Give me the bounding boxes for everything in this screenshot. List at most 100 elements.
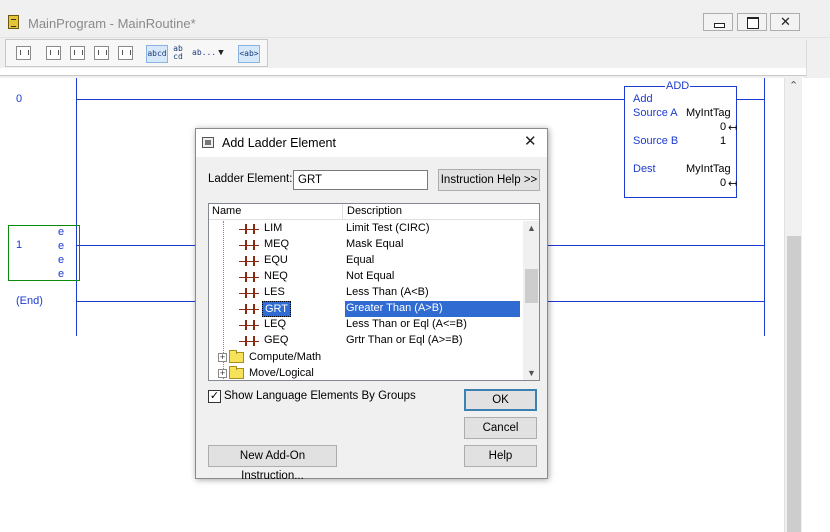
ladder-element-label: Ladder Element: bbox=[208, 173, 293, 185]
source-a-tag[interactable]: MyIntTag bbox=[686, 107, 731, 119]
cancel-button[interactable]: Cancel bbox=[464, 417, 537, 439]
add-instruction-name: Add bbox=[633, 93, 653, 105]
close-button[interactable]: ✕ bbox=[770, 13, 800, 31]
branch-level-icon[interactable] bbox=[70, 46, 85, 60]
instruction-description: Mask Equal bbox=[346, 238, 404, 250]
error-marker: e bbox=[58, 226, 65, 238]
list-item[interactable]: LIM Limit Test (CIRC) bbox=[209, 221, 522, 237]
end-rung-label[interactable]: (End) bbox=[16, 295, 43, 307]
instruction-name: LEQ bbox=[264, 318, 287, 330]
list-scrollbar-thumb[interactable] bbox=[525, 269, 538, 303]
new-add-on-instruction-button[interactable]: New Add-On Instruction... bbox=[208, 445, 337, 482]
folder-icon bbox=[229, 350, 244, 363]
show-groups-label[interactable]: Show Language Elements By Groups bbox=[224, 390, 416, 402]
rung-number-0[interactable]: 0 bbox=[16, 93, 22, 105]
instruction-name: LIM bbox=[264, 222, 283, 234]
list-item[interactable]: GEQ Grtr Than or Eql (A>=B) bbox=[209, 333, 522, 349]
folder-icon bbox=[229, 366, 244, 379]
close-icon: ✕ bbox=[780, 14, 791, 29]
list-item[interactable]: LES Less Than (A<B) bbox=[209, 285, 522, 301]
instruction-description: Not Equal bbox=[346, 270, 395, 282]
ladder-element-list[interactable]: Name Description LIM Limit Test (CIRC) M… bbox=[208, 203, 540, 381]
rung-number-1[interactable]: 1 bbox=[16, 239, 22, 251]
show-groups-checkbox[interactable]: ✓ bbox=[208, 390, 221, 403]
branch-icon[interactable] bbox=[46, 46, 61, 60]
instruction-help-button[interactable]: Instruction Help >> bbox=[438, 169, 540, 191]
add-instruction-block[interactable]: ADD Add Source A MyIntTag 0 ↤ Source B 1… bbox=[624, 80, 738, 198]
instruction-icon bbox=[239, 256, 259, 267]
right-power-rail bbox=[764, 78, 765, 336]
operand-icon[interactable]: ab cd bbox=[171, 45, 185, 63]
scrollbar-thumb[interactable] bbox=[787, 236, 801, 532]
instruction-name: LES bbox=[264, 286, 285, 298]
arrow-left-icon: ↤ bbox=[728, 122, 738, 134]
instruction-name: GRT bbox=[262, 301, 292, 317]
instruction-description: Limit Test (CIRC) bbox=[346, 222, 430, 234]
text-dropdown-icon[interactable]: ab... bbox=[192, 45, 216, 63]
instruction-name: NEQ bbox=[264, 270, 288, 282]
instruction-icon bbox=[239, 320, 259, 331]
dest-tag[interactable]: MyIntTag bbox=[686, 163, 731, 175]
dialog-close-icon[interactable]: ✕ bbox=[524, 132, 537, 150]
list-item-selected[interactable]: GRT Greater Than (A>B) bbox=[209, 301, 522, 317]
list-item[interactable]: EQU Equal bbox=[209, 253, 522, 269]
tag-description-icon[interactable]: abcd bbox=[146, 45, 168, 63]
list-item[interactable]: LEQ Less Than or Eql (A<=B) bbox=[209, 317, 522, 333]
error-marker: e bbox=[58, 254, 65, 266]
error-marker: e bbox=[58, 268, 65, 280]
dropdown-arrow-icon[interactable]: ▼ bbox=[214, 45, 228, 63]
editor-vertical-scrollbar[interactable]: ⌃ bbox=[784, 78, 802, 532]
help-button[interactable]: Help bbox=[464, 445, 537, 467]
dialog-titlebar: Add Ladder Element ✕ bbox=[196, 129, 547, 157]
instruction-icon bbox=[239, 288, 259, 299]
source-b-value[interactable]: 1 bbox=[720, 135, 726, 147]
scroll-up-icon[interactable]: ▲ bbox=[527, 223, 536, 233]
instruction-icon bbox=[239, 240, 259, 251]
window-titlebar: MainProgram - MainRoutine* ✕ bbox=[0, 0, 830, 38]
ab-toggle-icon[interactable]: <ab> bbox=[238, 45, 260, 63]
xic-icon[interactable] bbox=[94, 46, 109, 60]
list-item[interactable]: MEQ Mask Equal bbox=[209, 237, 522, 253]
error-marker: e bbox=[58, 240, 65, 252]
instruction-name: MEQ bbox=[264, 238, 290, 250]
ladder-toolbar: abcd ab cd ab... ▼ <ab> bbox=[0, 38, 830, 68]
arrow-left-icon: ↤ bbox=[728, 178, 738, 190]
scroll-up-icon[interactable]: ⌃ bbox=[789, 79, 798, 92]
instruction-description: Grtr Than or Eql (A>=B) bbox=[346, 334, 463, 346]
routine-icon bbox=[8, 15, 19, 29]
instruction-icon bbox=[239, 272, 259, 283]
rung-0-wire[interactable] bbox=[76, 99, 624, 100]
dialog-icon bbox=[202, 137, 214, 148]
instruction-icon bbox=[239, 224, 259, 235]
add-instruction-title: ADD bbox=[665, 80, 691, 92]
rung-1-error-box[interactable] bbox=[8, 225, 80, 281]
instruction-icon bbox=[239, 304, 259, 315]
source-b-label: Source B bbox=[633, 135, 679, 147]
column-header-description[interactable]: Description bbox=[347, 205, 402, 217]
list-item[interactable]: NEQ Not Equal bbox=[209, 269, 522, 285]
ladder-element-input[interactable] bbox=[293, 170, 428, 190]
minimize-button[interactable] bbox=[703, 13, 733, 31]
rung-0-wire-output[interactable] bbox=[737, 99, 765, 100]
restore-button[interactable] bbox=[737, 13, 767, 31]
source-a-label: Source A bbox=[633, 107, 678, 119]
expand-icon[interactable]: + bbox=[218, 369, 227, 378]
instruction-description: Less Than (A<B) bbox=[346, 286, 429, 298]
group-move-logical[interactable]: + Move/Logical bbox=[209, 365, 522, 380]
toolbar-group: abcd ab cd ab... ▼ <ab> bbox=[5, 39, 268, 67]
instruction-description: Equal bbox=[346, 254, 375, 266]
source-a-value: 0 bbox=[720, 121, 727, 133]
group-compute-math[interactable]: + Compute/Math bbox=[209, 349, 522, 365]
column-separator[interactable] bbox=[342, 204, 343, 220]
expand-icon[interactable]: + bbox=[218, 353, 227, 362]
list-vertical-scrollbar[interactable]: ▲ ▼ bbox=[523, 221, 539, 380]
column-header-name[interactable]: Name bbox=[212, 205, 241, 217]
group-label: Move/Logical bbox=[249, 367, 314, 379]
instruction-name: EQU bbox=[264, 254, 288, 266]
scroll-down-icon[interactable]: ▼ bbox=[527, 368, 536, 378]
rung-insert-icon[interactable] bbox=[16, 46, 31, 60]
left-power-rail bbox=[76, 78, 77, 336]
ok-button[interactable]: OK bbox=[464, 389, 537, 411]
ote-icon[interactable] bbox=[118, 46, 133, 60]
dest-label: Dest bbox=[633, 163, 656, 175]
